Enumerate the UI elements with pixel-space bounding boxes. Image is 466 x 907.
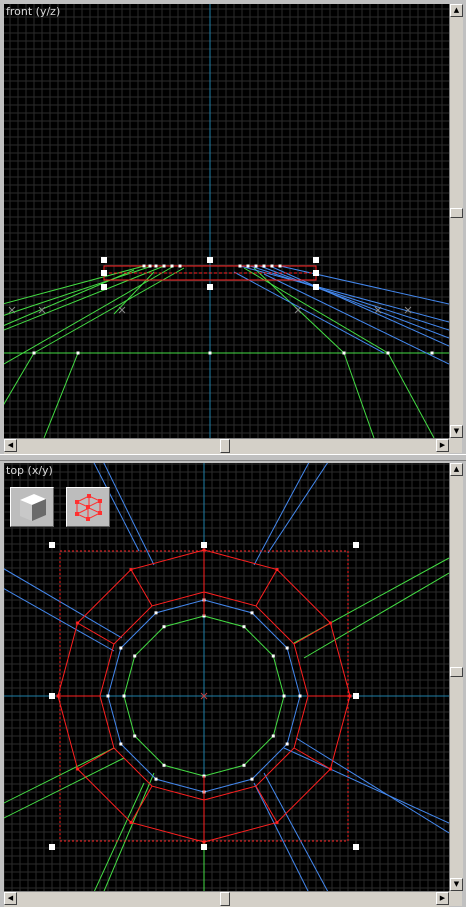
front-viewport-label: front (y/z): [6, 5, 61, 18]
solid-view-button[interactable]: [10, 487, 54, 527]
vertex-marker: [270, 264, 274, 268]
vertex-marker: [386, 351, 390, 355]
viewport-splitter[interactable]: [0, 454, 466, 461]
vertex-marker: [208, 351, 212, 355]
vertex-marker: [162, 264, 166, 268]
vertex-marker: [282, 694, 286, 698]
vertex-marker: [246, 264, 250, 268]
scroll-left-arrow-icon[interactable]: ◀: [4, 439, 17, 452]
vertex-marker: [430, 351, 434, 355]
vertex-marker: [178, 264, 182, 268]
vertex-marker: [278, 264, 282, 268]
vertex-marker: [298, 694, 302, 698]
blue-wire-line: [279, 265, 449, 305]
vertex-marker: [133, 734, 137, 738]
wireframe-view-button[interactable]: [66, 487, 110, 527]
selection-handle: [49, 844, 55, 850]
vertex-marker: [238, 264, 242, 268]
vertex-marker: [154, 777, 158, 781]
front-vertical-scrollbar[interactable]: ▲ ▼: [449, 4, 463, 438]
selection-handle: [353, 693, 359, 699]
selection-handle: [201, 844, 207, 850]
vertex-marker: [133, 654, 137, 658]
selection-handle: [313, 284, 319, 290]
scrollbar-corner: [449, 891, 462, 906]
selection-handle: [101, 257, 107, 263]
scroll-left-arrow-icon[interactable]: ◀: [4, 892, 17, 905]
selection-handle: [49, 693, 55, 699]
front-canvas[interactable]: [4, 4, 449, 438]
vertex-marker: [250, 777, 254, 781]
selection-handle: [313, 257, 319, 263]
vertex-marker: [262, 264, 266, 268]
selection-handle: [101, 284, 107, 290]
vertex-marker: [119, 742, 123, 746]
scroll-up-arrow-icon[interactable]: ▲: [450, 463, 463, 476]
green-wire-line: [4, 265, 165, 331]
top-canvas[interactable]: [4, 463, 449, 891]
top-viewport-label: top (x/y): [6, 464, 53, 477]
vertex-marker: [162, 763, 166, 767]
vertex-marker: [148, 264, 152, 268]
scroll-thumb[interactable]: [450, 208, 463, 218]
selection-handle: [353, 542, 359, 548]
scroll-thumb[interactable]: [220, 439, 230, 453]
vertex-marker: [285, 742, 289, 746]
scrollbar-corner: [449, 438, 462, 453]
vertex-marker: [271, 654, 275, 658]
selection-handle: [49, 542, 55, 548]
vertex-marker: [271, 734, 275, 738]
vertex-marker: [250, 611, 254, 615]
selection-handle: [207, 284, 213, 290]
vertex-marker: [242, 763, 246, 767]
vertex-marker: [254, 264, 258, 268]
selection-handle: [201, 542, 207, 548]
scroll-right-arrow-icon[interactable]: ▶: [436, 439, 449, 452]
front-viewport[interactable]: front (y/z): [4, 4, 449, 438]
solid-cube-icon: [20, 494, 46, 521]
scroll-up-arrow-icon[interactable]: ▲: [450, 4, 463, 17]
top-vertical-scrollbar[interactable]: ▲ ▼: [449, 463, 463, 891]
vertex-marker: [162, 625, 166, 629]
scroll-thumb[interactable]: [450, 667, 463, 677]
top-horizontal-scrollbar[interactable]: ◀ ▶: [4, 891, 449, 907]
scroll-down-arrow-icon[interactable]: ▼: [450, 425, 463, 438]
vertex-marker: [154, 611, 158, 615]
vertex-marker: [154, 264, 158, 268]
scroll-down-arrow-icon[interactable]: ▼: [450, 878, 463, 891]
vertex-marker: [32, 351, 36, 355]
vertex-marker: [119, 646, 123, 650]
vertex-marker: [142, 264, 146, 268]
vertex-marker: [242, 625, 246, 629]
vertex-marker: [122, 694, 126, 698]
vertex-marker: [170, 264, 174, 268]
vertex-marker: [342, 351, 346, 355]
selection-handle: [353, 844, 359, 850]
top-viewport[interactable]: top (x/y): [4, 463, 449, 891]
scroll-right-arrow-icon[interactable]: ▶: [436, 892, 449, 905]
vertex-marker: [76, 351, 80, 355]
front-horizontal-scrollbar[interactable]: ◀ ▶: [4, 438, 449, 454]
blue-wire-line: [263, 273, 449, 365]
blue-wire-line: [249, 265, 449, 331]
selection-handle: [313, 270, 319, 276]
vertex-marker: [106, 694, 110, 698]
selection-handle: [207, 257, 213, 263]
wireframe-cube-icon: [75, 494, 102, 521]
scroll-thumb[interactable]: [220, 892, 230, 906]
wire-ray: [283, 747, 449, 824]
vertex-marker: [285, 646, 289, 650]
selection-handle: [101, 270, 107, 276]
